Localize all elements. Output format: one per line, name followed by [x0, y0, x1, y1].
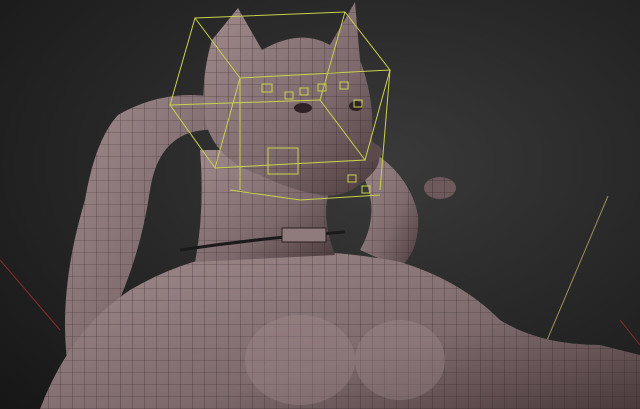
collar-buckle[interactable] [281, 227, 327, 243]
eye-left [294, 103, 312, 113]
chest-right [355, 320, 445, 400]
viewport-canvas[interactable] [0, 0, 640, 409]
torso-mesh[interactable] [40, 251, 640, 409]
detached-mesh-wire [424, 177, 456, 199]
axis-line-red [0, 259, 61, 331]
guide-line [544, 195, 609, 346]
eye-right [349, 101, 363, 111]
chest-left [245, 315, 355, 405]
axis-line-red [619, 319, 640, 346]
3d-viewport[interactable] [0, 0, 640, 409]
nose[interactable] [358, 143, 382, 161]
